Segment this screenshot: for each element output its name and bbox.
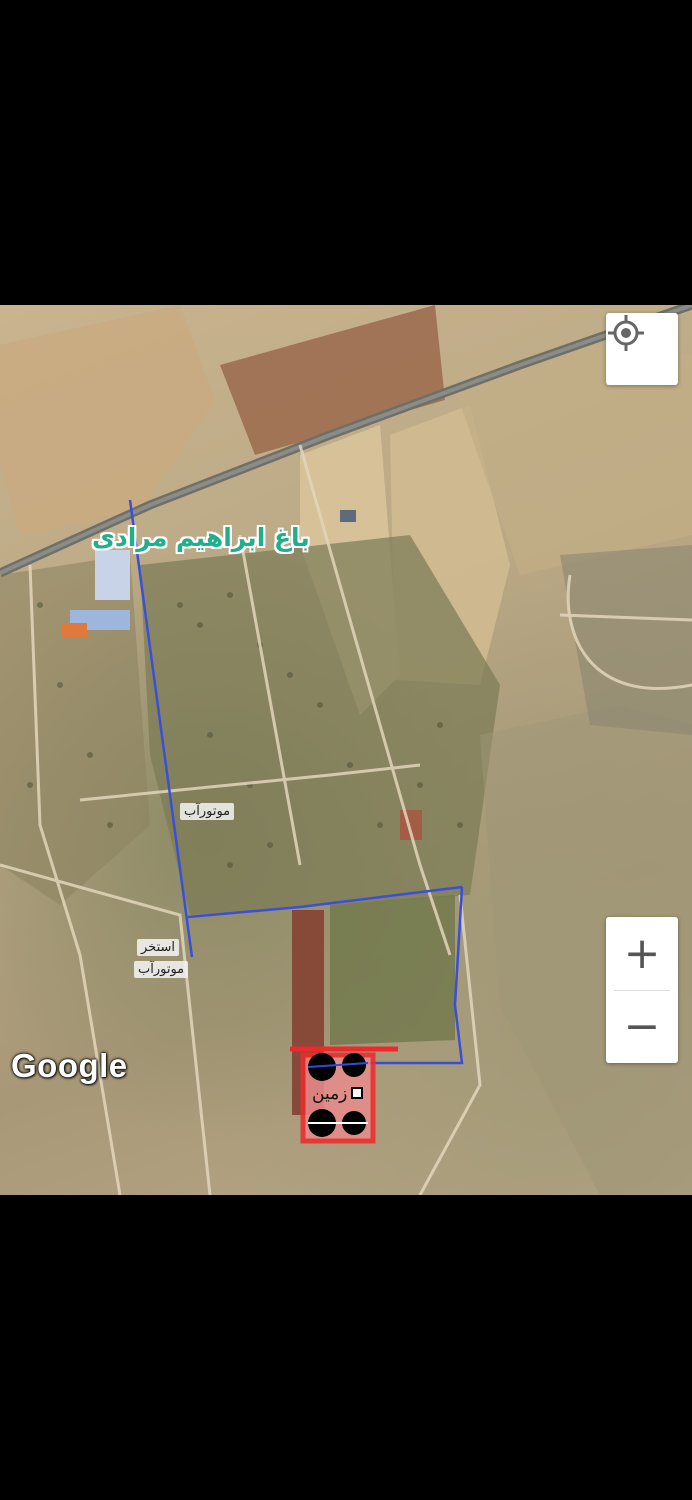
zoom-in-button[interactable]: + xyxy=(606,918,678,990)
paved-area xyxy=(560,545,692,735)
crosshair-location-icon xyxy=(608,315,644,351)
satellite-map[interactable]: باغ ابراهیم مرادی موتورآب استخر موتورآب … xyxy=(0,305,692,1195)
field xyxy=(0,305,215,535)
pool-motor-label: موتورآب xyxy=(134,961,189,978)
motor-water-label: موتورآب xyxy=(180,803,235,820)
garden-label: باغ ابراهیم مرادی xyxy=(92,523,310,552)
pool-label: استخر xyxy=(137,939,179,956)
my-location-button[interactable] xyxy=(606,313,678,385)
land-label: زمین xyxy=(312,1084,348,1104)
zoom-controls: + − xyxy=(606,917,678,1063)
zoom-out-button[interactable]: − xyxy=(606,991,678,1063)
google-attribution: Google xyxy=(11,1047,128,1084)
orchard-area xyxy=(0,555,150,905)
